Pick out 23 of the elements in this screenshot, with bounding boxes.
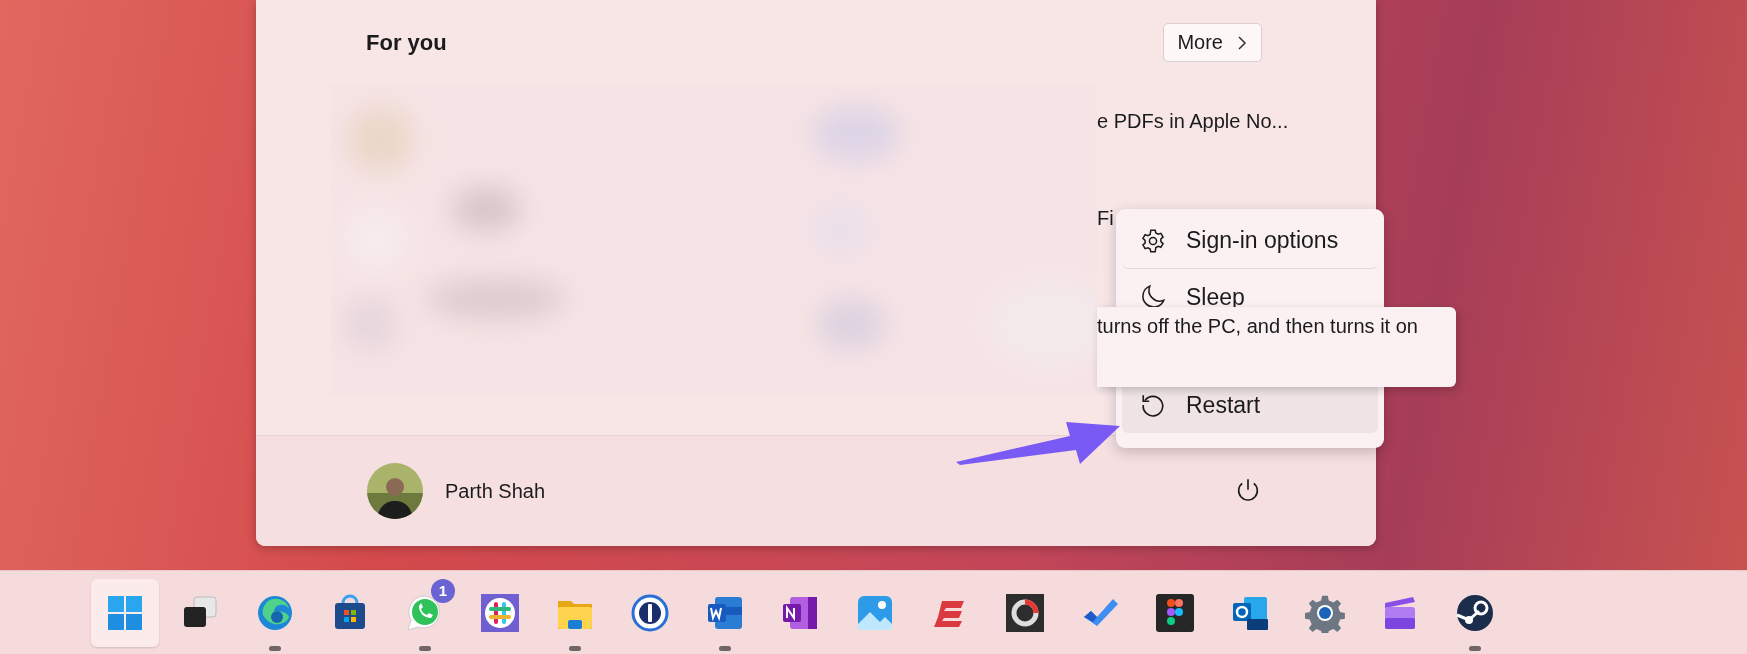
running-indicator (569, 645, 581, 651)
hash-logo-icon (480, 592, 520, 633)
running-indicator (419, 645, 431, 651)
recommended-item-title[interactable]: e PDFs in Apple No... (1097, 110, 1289, 133)
power-menu-item[interactable]: Sign-in options (1122, 213, 1378, 269)
figma-logo-icon (1155, 592, 1195, 633)
taskbar-app[interactable]: 1 (391, 578, 459, 647)
notification-badge: 1 (431, 578, 455, 603)
chevron-right-icon (1237, 34, 1247, 51)
restart-icon (1140, 392, 1166, 418)
moon-icon (1140, 284, 1166, 310)
running-indicator (719, 645, 731, 651)
user-name: Parth Shah (445, 479, 546, 503)
more-button[interactable]: More (1163, 23, 1262, 62)
ring-icon (1005, 592, 1045, 633)
running-indicator (269, 645, 281, 651)
running-indicator (1469, 645, 1481, 651)
settings-icon (1140, 227, 1166, 254)
section-title: For you (366, 29, 447, 56)
user-avatar[interactable] (367, 463, 423, 519)
tooltip-text: turns off the PC, and then turns it on (1097, 315, 1418, 337)
steam-logo-icon (1455, 592, 1495, 633)
keyhole-icon (630, 592, 670, 633)
